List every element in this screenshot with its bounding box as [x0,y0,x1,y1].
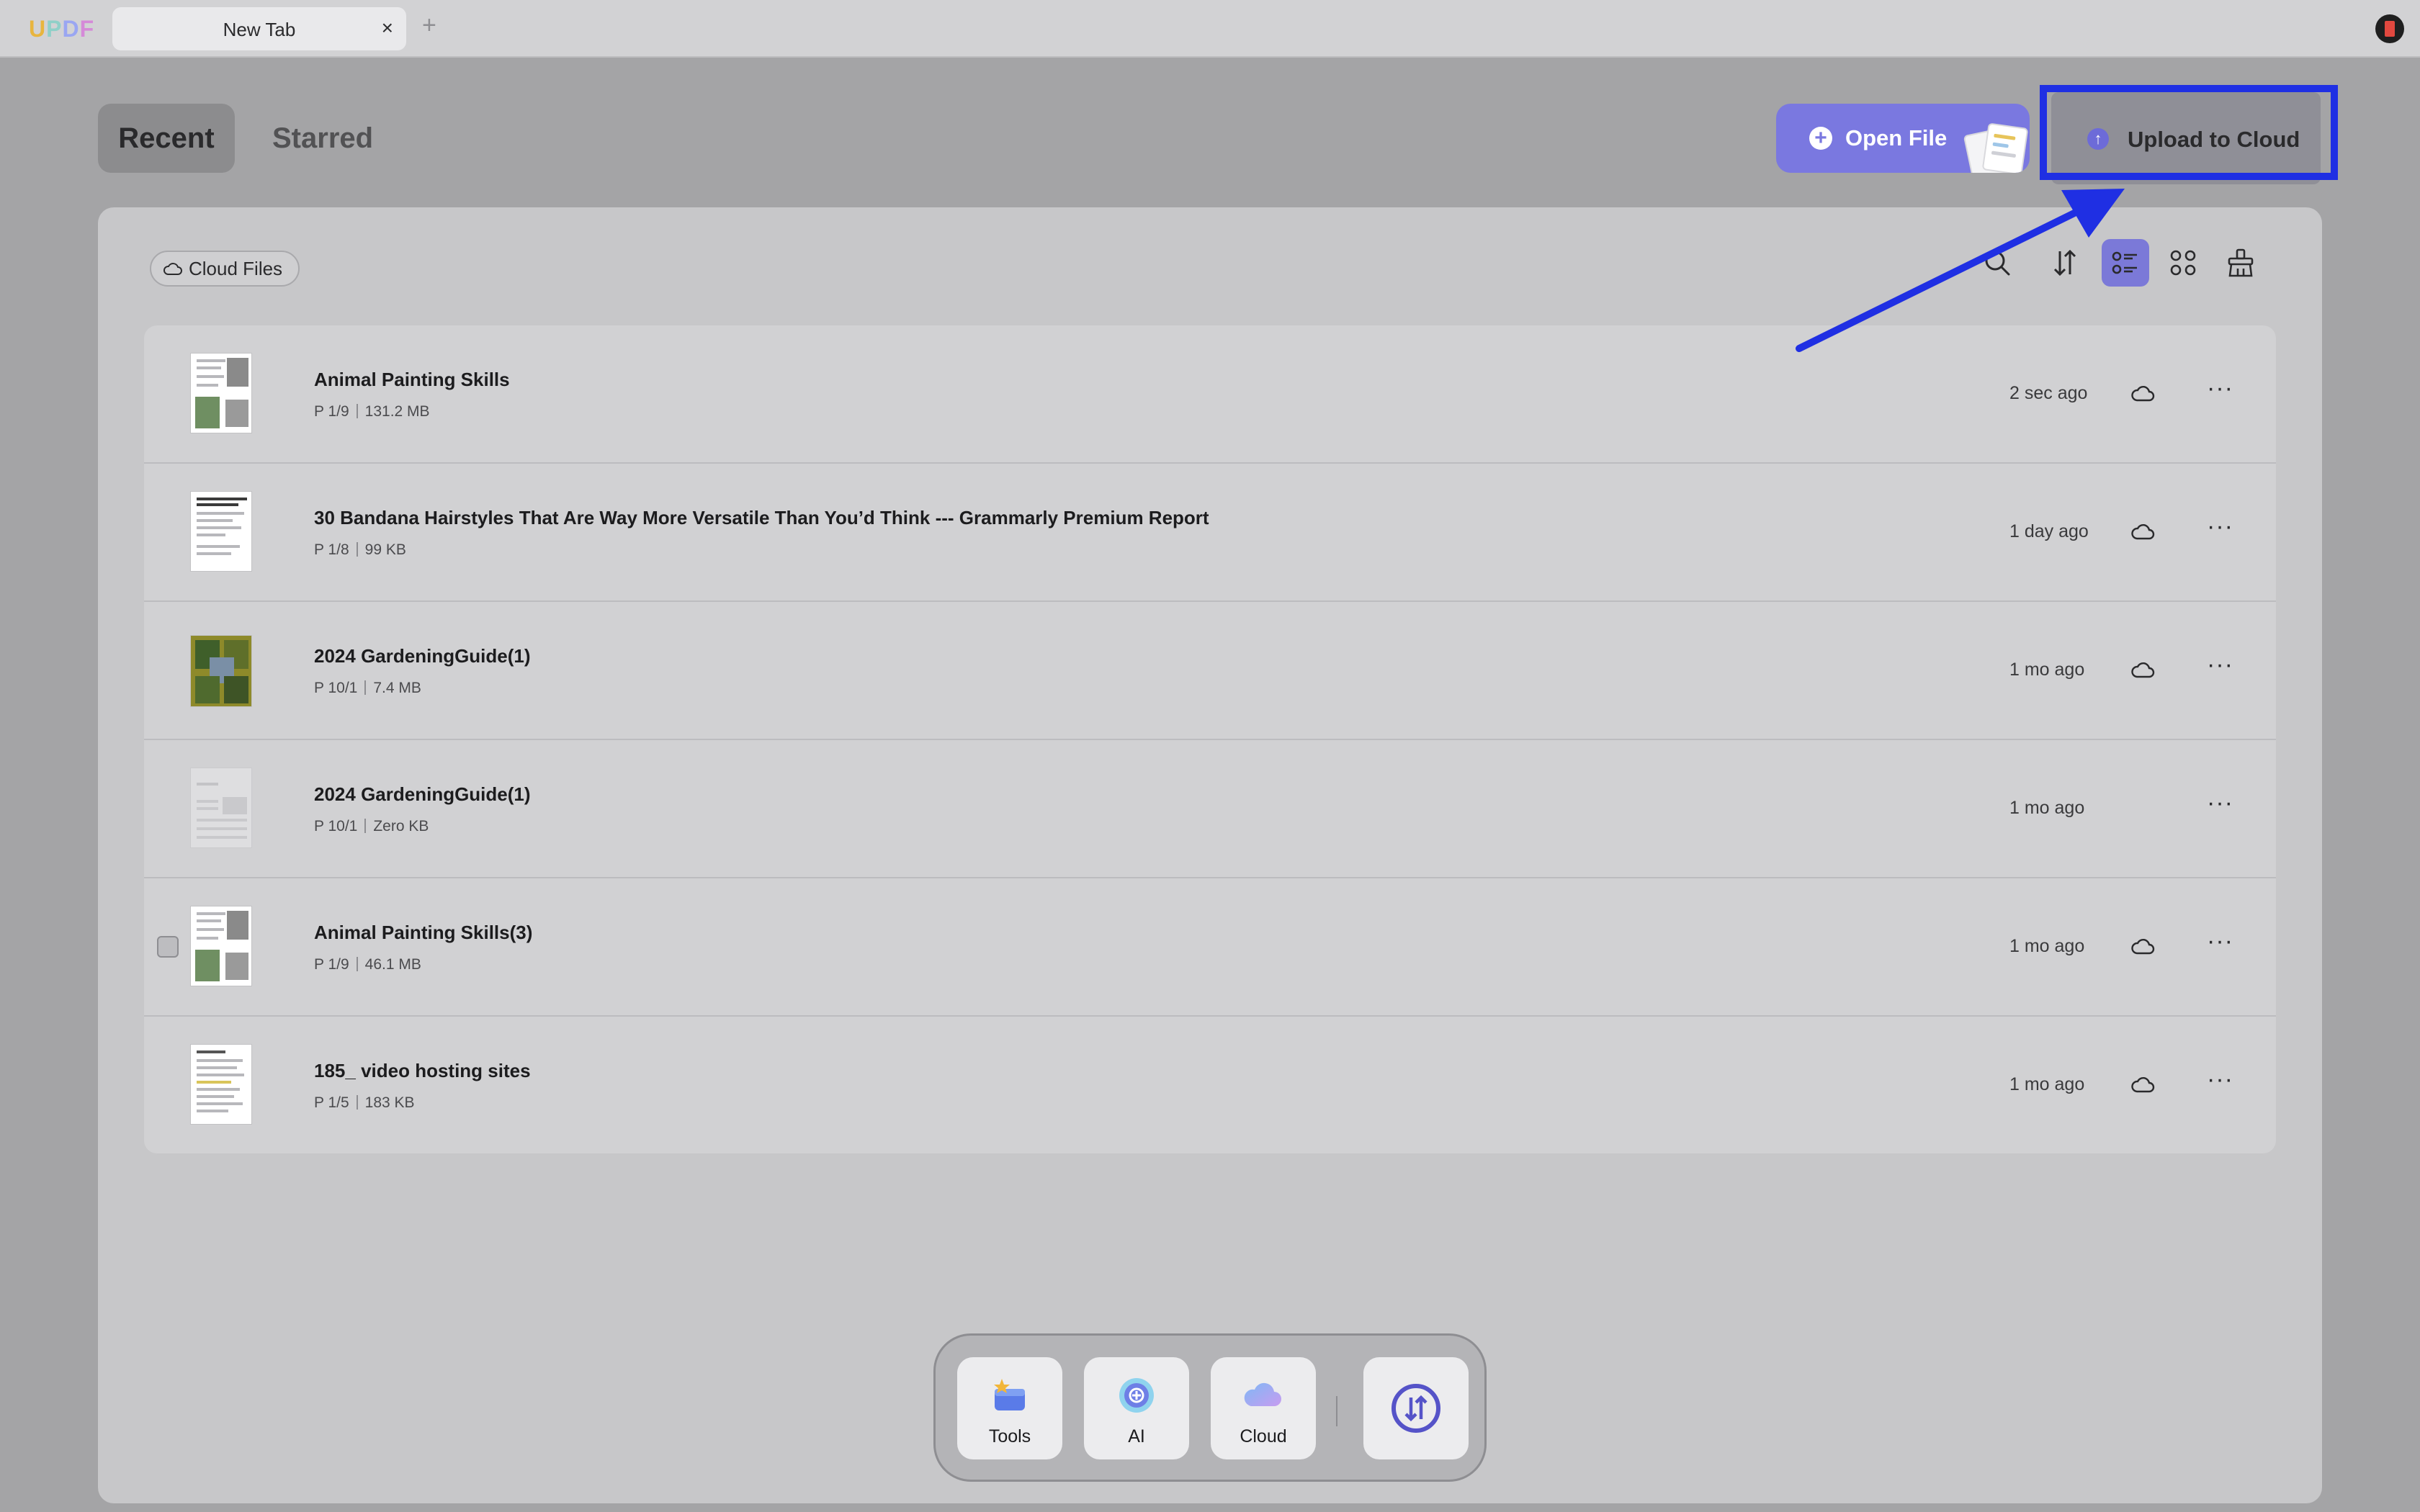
file-row[interactable]: 30 Bandana Hairstyles That Are Way More … [144,464,2276,602]
updf-logo: UPDF [29,16,94,42]
documents-illustration-icon [1963,122,2029,173]
account-avatar-icon[interactable] [2375,14,2404,43]
tools-button[interactable]: Tools [957,1357,1062,1459]
tab-recent[interactable]: Recent [98,104,235,173]
tab-new-tab[interactable]: New Tab × [112,7,406,50]
file-thumbnail [190,906,252,986]
file-thumbnail [190,353,252,433]
logo-letter: F [79,16,95,42]
ai-label: AI [1128,1426,1145,1446]
dock-divider [1336,1396,1337,1426]
file-meta: P 1/9 131.2 MB [314,403,430,420]
file-time: 1 mo ago [2009,798,2085,818]
file-pages: P 1/9 [314,956,349,973]
file-meta: P 1/9 46.1 MB [314,956,421,973]
convert-sync-icon [1392,1384,1440,1433]
file-meta: P 10/1 Zero KB [314,818,429,835]
file-name: 185_ video hosting sites [314,1060,531,1081]
recent-files-panel: Cloud Files Animal Painting Skills P 1/9… [98,207,2322,1503]
file-time: 2 sec ago [2009,383,2088,403]
file-time: 1 mo ago [2009,1074,2085,1094]
file-name: 2024 GardeningGuide(1) [314,783,531,805]
search-icon[interactable] [1973,239,2021,287]
file-time: 1 mo ago [2009,936,2085,956]
file-meta: P 1/5 183 KB [314,1094,415,1112]
cloud-icon [1244,1382,1281,1406]
file-size: 46.1 MB [364,956,421,973]
cloud-button[interactable]: Cloud [1211,1357,1316,1459]
logo-letter: D [62,16,80,42]
upload-arrow-icon: ↑ [2087,128,2109,150]
file-pages: P 1/8 [314,541,349,558]
cloud-icon[interactable] [2130,383,2155,407]
clean-icon[interactable] [2217,239,2264,287]
cloud-icon[interactable] [2130,521,2155,545]
more-options-icon[interactable]: ··· [2207,789,2233,817]
cloud-icon[interactable] [2130,936,2155,960]
more-options-icon[interactable]: ··· [2207,1066,2233,1094]
tools-label: Tools [988,1426,1031,1446]
sort-icon[interactable] [2041,239,2089,287]
upload-to-cloud-button[interactable]: ↑ Upload to Cloud [2051,92,2321,184]
toolbox-icon [994,1379,1025,1410]
file-meta: P 1/8 99 KB [314,541,406,559]
list-view-icon[interactable] [2102,239,2149,287]
ai-assistant-icon [1119,1378,1154,1413]
file-size: 131.2 MB [364,403,430,420]
file-size: 183 KB [364,1094,415,1111]
file-name: 30 Bandana Hairstyles That Are Way More … [314,507,1209,528]
file-size: 7.4 MB [373,680,421,696]
add-tab-icon[interactable]: + [422,12,436,40]
file-name: Animal Painting Skills [314,369,510,390]
file-thumbnail [190,768,252,848]
file-row[interactable]: Animal Painting Skills(3) P 1/9 46.1 MB 1… [144,878,2276,1017]
file-name: 2024 GardeningGuide(1) [314,645,531,667]
logo-letter: P [46,16,63,42]
close-icon[interactable]: × [382,17,393,40]
file-time: 1 mo ago [2009,660,2085,680]
file-size: 99 KB [364,541,406,558]
cloud-label: Cloud [1240,1426,1287,1446]
cloud-icon [163,263,182,275]
open-file-label: Open File [1845,125,1948,150]
plus-circle-icon: + [1809,127,1832,150]
more-options-icon[interactable]: ··· [2207,651,2233,679]
file-size: Zero KB [373,818,429,834]
file-name: Animal Painting Skills(3) [314,922,533,943]
file-thumbnail [190,635,252,707]
more-options-icon[interactable]: ··· [2207,374,2233,402]
file-list: Animal Painting Skills P 1/9 131.2 MB 2 s… [144,325,2276,1153]
file-row[interactable]: 185_ video hosting sites P 1/5 183 KB 1 m… [144,1017,2276,1153]
file-row[interactable]: Animal Painting Skills P 1/9 131.2 MB 2 s… [144,325,2276,464]
more-options-icon[interactable]: ··· [2207,513,2233,541]
title-bar: UPDF New Tab × + [0,0,2420,58]
file-pages: P 10/1 [314,680,358,696]
cloud-icon[interactable] [2130,660,2155,683]
file-pages: P 1/9 [314,403,349,420]
tab-title: New Tab [223,19,296,40]
file-thumbnail [190,491,252,572]
file-time: 1 day ago [2009,521,2089,541]
file-meta: P 10/1 7.4 MB [314,680,421,697]
open-file-button[interactable]: + Open File [1776,104,2030,173]
file-pages: P 10/1 [314,818,358,834]
file-pages: P 1/5 [314,1094,349,1111]
file-select-checkbox[interactable] [157,936,179,958]
grid-view-icon[interactable] [2159,239,2207,287]
file-thumbnail [190,1044,252,1125]
ai-button[interactable]: AI [1084,1357,1189,1459]
file-row[interactable]: 2024 GardeningGuide(1) P 10/1 Zero KB 1 m… [144,740,2276,878]
convert-button[interactable] [1363,1357,1469,1459]
file-row[interactable]: 2024 GardeningGuide(1) P 10/1 7.4 MB 1 mo… [144,602,2276,740]
upload-to-cloud-label: Upload to Cloud [2128,127,2300,152]
tab-starred[interactable]: Starred [272,122,373,155]
cloud-icon[interactable] [2130,1074,2155,1098]
more-options-icon[interactable]: ··· [2207,927,2233,955]
bottom-dock: Tools AI Cloud [933,1333,1487,1482]
logo-letter: U [29,16,47,42]
cloud-files-filter[interactable]: Cloud Files [150,251,300,287]
cloud-files-label: Cloud Files [189,257,283,279]
